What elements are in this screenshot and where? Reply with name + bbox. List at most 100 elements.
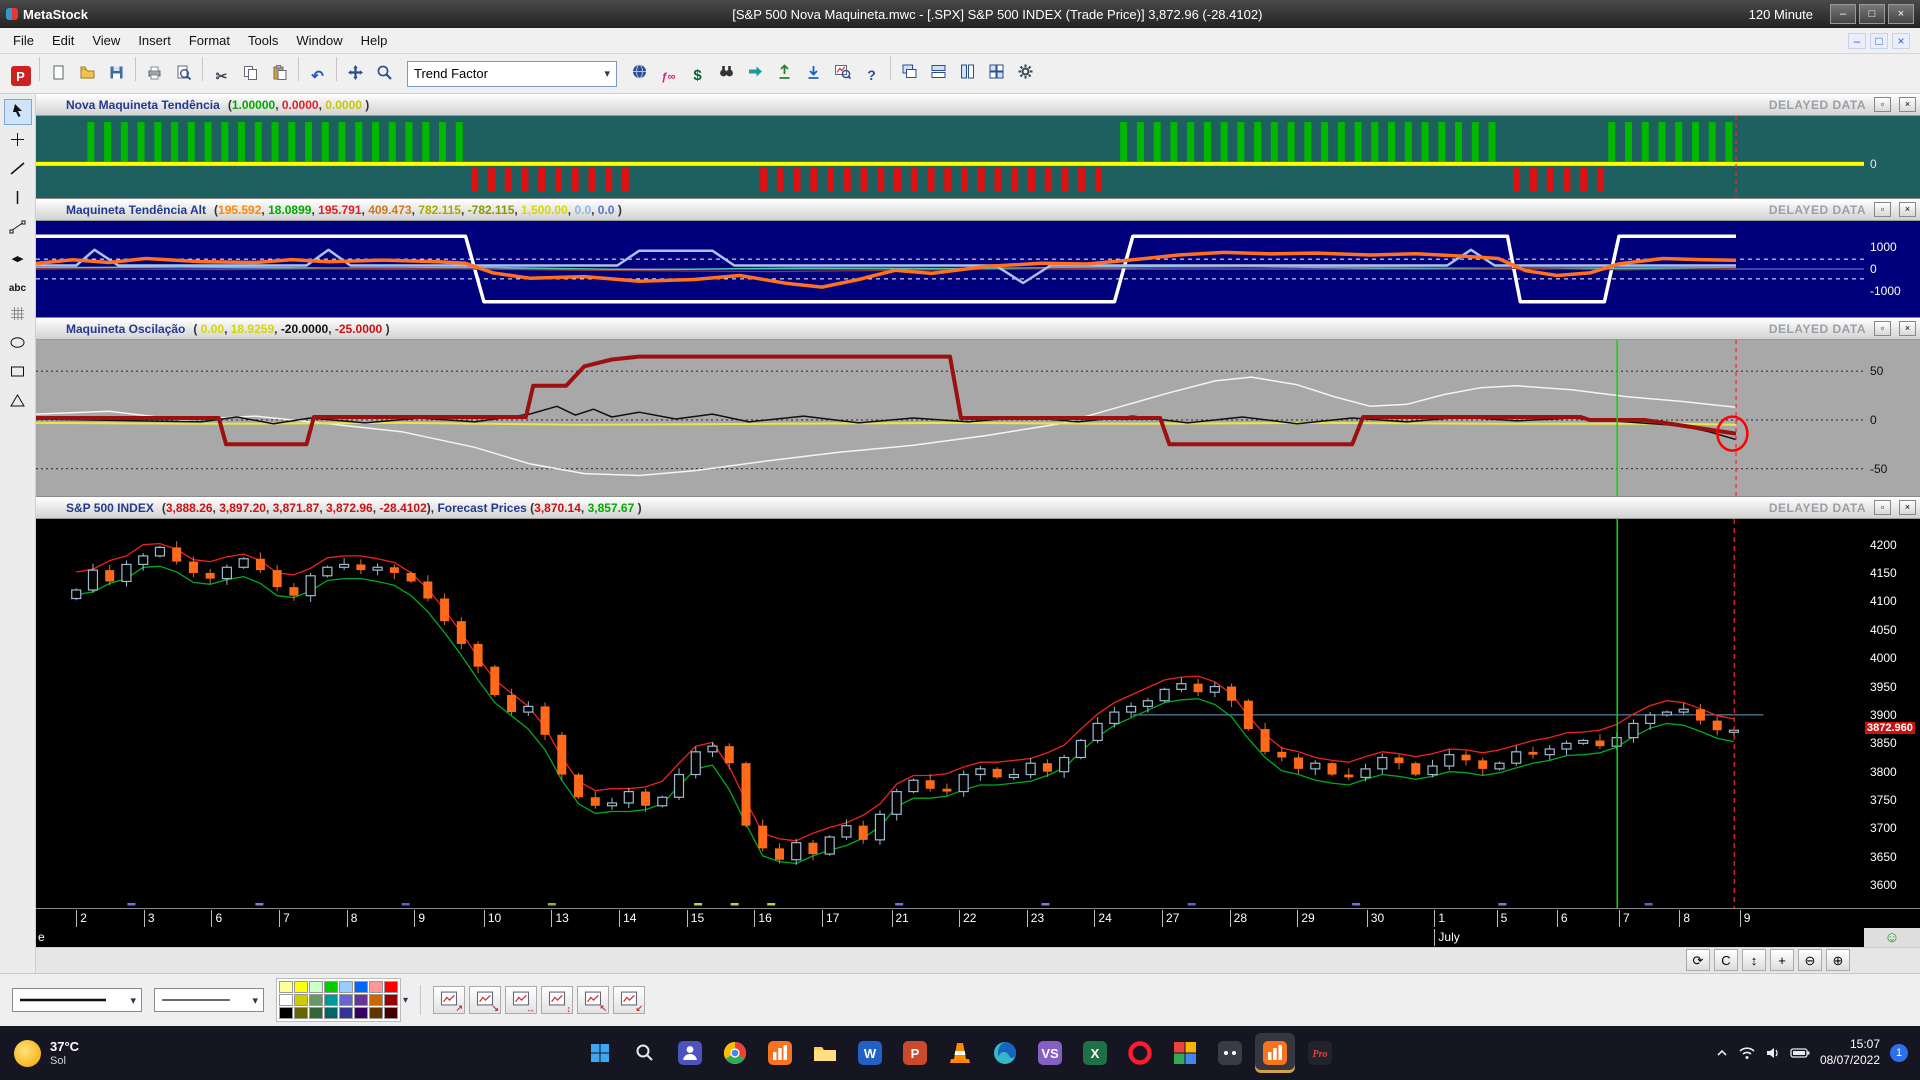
cascade-button[interactable] — [895, 57, 924, 86]
fx-button[interactable]: ƒ∞ — [654, 62, 683, 91]
new-button[interactable] — [44, 58, 73, 87]
explore-button[interactable] — [828, 57, 857, 86]
panel-restore-button[interactable]: ▫ — [1874, 202, 1891, 217]
pointer-button[interactable] — [4, 99, 32, 125]
chrome-icon[interactable] — [715, 1033, 755, 1073]
window-maximize-button[interactable]: □ — [1859, 4, 1885, 24]
palette-color[interactable] — [324, 981, 338, 993]
preset-fit-height-button[interactable]: ↕ — [541, 986, 573, 1014]
vlc-icon[interactable] — [940, 1033, 980, 1073]
palette-color[interactable] — [294, 994, 308, 1006]
palette-color[interactable] — [354, 1007, 368, 1019]
panel-close-button[interactable]: × — [1899, 202, 1916, 217]
menu-insert[interactable]: Insert — [129, 30, 180, 51]
arrow-right-button[interactable] — [741, 57, 770, 86]
cut-button[interactable]: ✂ — [207, 62, 236, 91]
text-tool-button[interactable]: abc — [4, 273, 32, 299]
zoom-button[interactable] — [370, 58, 399, 87]
refresh-button[interactable]: ⟳ — [1686, 949, 1710, 971]
palette-color[interactable] — [339, 1007, 353, 1019]
palette-color[interactable] — [369, 1007, 383, 1019]
preset-pan-left-button[interactable]: ↖ — [577, 986, 609, 1014]
zoom-out-button[interactable]: ⊖ — [1798, 949, 1822, 971]
triangle-tool-button[interactable] — [4, 389, 32, 415]
powerpoint-icon[interactable]: P — [895, 1033, 935, 1073]
palette-color[interactable] — [384, 981, 398, 993]
notification-badge[interactable]: 1 — [1890, 1044, 1908, 1062]
gear-button[interactable] — [1011, 57, 1040, 86]
menu-format[interactable]: Format — [180, 30, 239, 51]
window-close-button[interactable]: × — [1888, 4, 1914, 24]
scan-button[interactable] — [712, 57, 741, 86]
metastock-active-icon[interactable] — [1255, 1033, 1295, 1073]
explorer-icon[interactable] — [805, 1033, 845, 1073]
panel-close-button[interactable]: × — [1899, 321, 1916, 336]
menu-edit[interactable]: Edit — [43, 30, 83, 51]
palette-color[interactable] — [279, 994, 293, 1006]
undo-button[interactable]: ↶ — [303, 61, 332, 90]
palette-color[interactable] — [324, 994, 338, 1006]
save-button[interactable] — [102, 58, 131, 87]
paste-button[interactable] — [265, 58, 294, 87]
palette-color[interactable] — [294, 981, 308, 993]
indicator-combo[interactable]: Trend Factor ▾ — [407, 61, 617, 87]
grid-tool-button[interactable] — [4, 302, 32, 328]
trend-alt-chart[interactable] — [36, 221, 1864, 317]
preview-button[interactable] — [169, 58, 198, 87]
metastock-icon[interactable] — [760, 1033, 800, 1073]
palette-color[interactable] — [339, 994, 353, 1006]
palette-color[interactable] — [324, 1007, 338, 1019]
pan-button[interactable] — [341, 58, 370, 87]
panel-restore-button[interactable]: ▫ — [1874, 500, 1891, 515]
palette-color[interactable] — [294, 1007, 308, 1019]
dollar-button[interactable]: $ — [683, 61, 712, 90]
zoom-in-button[interactable]: ⊕ — [1826, 949, 1850, 971]
palette-color[interactable] — [279, 1007, 293, 1019]
ellipse-tool-button[interactable] — [4, 331, 32, 357]
window-minimize-button[interactable]: – — [1830, 4, 1856, 24]
preset-zoom-out-button[interactable]: ↘ — [469, 986, 501, 1014]
palette-color[interactable] — [279, 981, 293, 993]
line-style-combo[interactable]: ▾ — [12, 988, 142, 1012]
panel-restore-button[interactable]: ▫ — [1874, 321, 1891, 336]
panel-close-button[interactable]: × — [1899, 97, 1916, 112]
tile-4-button[interactable] — [982, 57, 1011, 86]
photos-icon[interactable] — [1165, 1033, 1205, 1073]
compress-button[interactable]: C — [1714, 949, 1738, 971]
games-icon[interactable] — [1210, 1033, 1250, 1073]
fit-vertical-button[interactable]: ↕ — [1742, 949, 1766, 971]
upload-button[interactable] — [770, 57, 799, 86]
preset-zoom-in-button[interactable]: ↗ — [433, 986, 465, 1014]
menu-tools[interactable]: Tools — [239, 30, 287, 51]
help-button[interactable]: ? — [857, 60, 886, 89]
palette-color[interactable] — [369, 981, 383, 993]
preset-fit-width-button[interactable]: ↔ — [505, 986, 537, 1014]
oscillator-chart[interactable] — [36, 340, 1864, 496]
palette-color[interactable] — [384, 994, 398, 1006]
menu-view[interactable]: View — [83, 30, 129, 51]
menu-window[interactable]: Window — [287, 30, 351, 51]
palette-color[interactable] — [384, 1007, 398, 1019]
weather-widget[interactable]: 37°C Sol — [0, 1039, 280, 1067]
scroll-arrows-button[interactable]: ◂▸ — [4, 244, 32, 270]
wifi-icon[interactable] — [1738, 1046, 1756, 1060]
palette-color[interactable] — [339, 981, 353, 993]
mdi-minimize-button[interactable]: – — [1848, 33, 1866, 49]
palette-color[interactable] — [309, 1007, 323, 1019]
rect-tool-button[interactable] — [4, 360, 32, 386]
volume-icon[interactable] — [1765, 1046, 1781, 1060]
menu-file[interactable]: File — [4, 30, 43, 51]
globe-button[interactable] — [625, 57, 654, 86]
candlestick-chart[interactable] — [36, 519, 1864, 908]
tile-h-button[interactable] — [924, 57, 953, 86]
palette-color[interactable] — [309, 981, 323, 993]
regression-button[interactable] — [4, 215, 32, 241]
preset-pan-right-button[interactable]: ↙ — [613, 986, 645, 1014]
line-weight-combo[interactable]: ▾ — [154, 988, 264, 1012]
menu-help[interactable]: Help — [352, 30, 397, 51]
visual-studio-icon[interactable]: VS — [1030, 1033, 1070, 1073]
metastock-pro-icon[interactable]: Pro — [1300, 1033, 1340, 1073]
palette-dropdown-icon[interactable]: ▾ — [403, 995, 408, 1006]
pan-chart-button[interactable]: + — [1770, 949, 1794, 971]
teams-icon[interactable] — [670, 1033, 710, 1073]
